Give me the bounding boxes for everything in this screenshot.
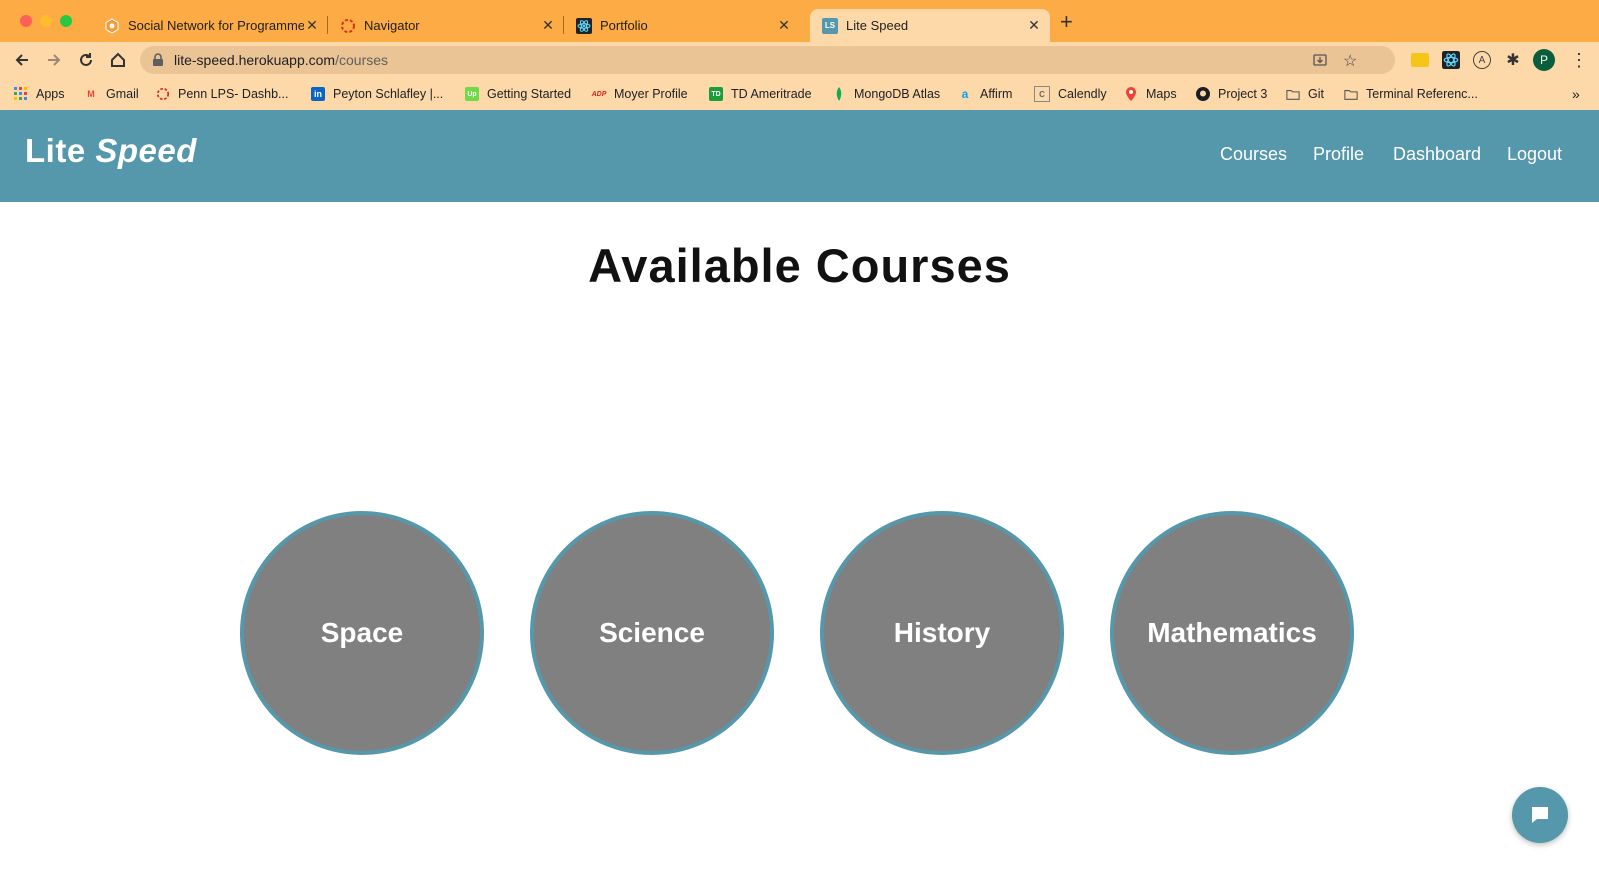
adp-icon: ADP bbox=[591, 90, 607, 98]
browser-tab[interactable]: Social Network for Programmers ✕ bbox=[92, 9, 328, 42]
bookmark-item[interactable]: Terminal Referenc... bbox=[1344, 85, 1478, 103]
page-title: Available Courses bbox=[588, 239, 1011, 292]
reload-button[interactable] bbox=[74, 48, 98, 72]
url-text: lite-speed.herokuapp.com/courses bbox=[174, 52, 389, 68]
close-icon[interactable]: ✕ bbox=[776, 17, 792, 34]
bookmark-item[interactable]: Maps bbox=[1124, 85, 1177, 103]
reload-icon bbox=[80, 53, 92, 66]
bookmark-item[interactable]: Project 3 bbox=[1196, 85, 1267, 103]
back-arrow-icon bbox=[15, 54, 28, 66]
nav-link-logout[interactable]: Logout bbox=[1507, 144, 1562, 165]
bookmark-item[interactable]: M Gmail bbox=[84, 85, 138, 103]
bookmarks-overflow-icon[interactable]: » bbox=[1572, 85, 1580, 103]
close-icon[interactable]: ✕ bbox=[540, 17, 556, 34]
forward-button[interactable] bbox=[42, 48, 66, 72]
bookmark-item[interactable]: MongoDB Atlas bbox=[832, 85, 940, 103]
calendly-icon: C bbox=[1034, 86, 1050, 102]
folder-icon bbox=[1344, 87, 1358, 101]
course-card-space[interactable]: Space bbox=[240, 511, 484, 755]
brand-logo[interactable]: Lite Speed bbox=[25, 132, 197, 170]
affirm-icon: a bbox=[961, 87, 969, 101]
hexagon-icon bbox=[104, 17, 120, 34]
browser-tab-active[interactable]: LS Lite Speed ✕ bbox=[810, 9, 1050, 42]
browser-tab-strip: Social Network for Programmers ✕ Navigat… bbox=[0, 0, 1599, 42]
bookmark-item[interactable]: C Calendly bbox=[1034, 85, 1107, 103]
puzzle-extensions-icon[interactable]: ✱ bbox=[1502, 49, 1524, 71]
bookmark-item[interactable]: Up Getting Started bbox=[465, 85, 571, 103]
install-icon[interactable] bbox=[1312, 52, 1328, 73]
home-button[interactable] bbox=[106, 48, 130, 72]
dashed-circle-icon bbox=[156, 87, 170, 101]
new-tab-button[interactable]: + bbox=[1060, 11, 1073, 33]
zoom-window-button[interactable] bbox=[60, 15, 72, 27]
profile-avatar[interactable]: P bbox=[1533, 49, 1555, 71]
address-bar[interactable]: lite-speed.herokuapp.com/courses ☆ bbox=[140, 46, 1395, 74]
nav-link-dashboard[interactable]: Dashboard bbox=[1393, 144, 1481, 165]
dashed-circle-icon bbox=[340, 18, 356, 34]
chat-bubble-icon bbox=[1532, 807, 1548, 823]
back-button[interactable] bbox=[10, 48, 34, 72]
upwork-icon: Up bbox=[465, 87, 479, 101]
bookmark-item[interactable]: in Peyton Schlafley |... bbox=[311, 85, 443, 103]
browser-toolbar: lite-speed.herokuapp.com/courses ☆ A ✱ P… bbox=[0, 42, 1599, 78]
minimize-window-button[interactable] bbox=[40, 15, 52, 27]
tab-title: Navigator bbox=[364, 18, 420, 33]
tab-title: Lite Speed bbox=[846, 18, 909, 33]
linkedin-icon: in bbox=[311, 87, 325, 101]
extension-a-icon[interactable]: A bbox=[1471, 49, 1493, 71]
maps-pin-icon bbox=[1124, 87, 1138, 101]
course-card-history[interactable]: History bbox=[820, 511, 1064, 755]
bookmark-item[interactable]: Git bbox=[1286, 85, 1324, 103]
react-icon bbox=[576, 17, 592, 34]
bookmark-item[interactable]: Penn LPS- Dashb... bbox=[156, 85, 288, 103]
bookmark-item[interactable]: Apps bbox=[14, 85, 65, 103]
home-icon bbox=[111, 52, 125, 67]
github-icon bbox=[1196, 87, 1210, 101]
extension-icon[interactable] bbox=[1409, 49, 1431, 71]
bookmark-item[interactable]: a Affirm bbox=[958, 85, 1013, 103]
gmail-icon: M bbox=[87, 89, 95, 99]
course-card-science[interactable]: Science bbox=[530, 511, 774, 755]
forward-arrow-icon bbox=[48, 54, 61, 66]
td-icon: TD bbox=[709, 87, 723, 101]
tab-title: Portfolio bbox=[600, 18, 648, 33]
tab-title: Social Network for Programmers bbox=[128, 18, 304, 33]
bookmark-star-icon[interactable]: ☆ bbox=[1343, 51, 1357, 71]
browser-tab[interactable]: Navigator ✕ bbox=[328, 9, 564, 42]
bookmark-item[interactable]: TD TD Ameritrade bbox=[709, 85, 812, 103]
ls-icon: LS bbox=[822, 17, 838, 34]
react-devtools-icon[interactable] bbox=[1440, 49, 1462, 71]
apps-grid-icon bbox=[14, 87, 28, 101]
browser-tab[interactable]: Portfolio ✕ bbox=[564, 9, 800, 42]
mongodb-leaf-icon bbox=[832, 87, 846, 101]
close-icon[interactable]: ✕ bbox=[304, 17, 320, 34]
site-navbar: Lite Speed Courses Profile Dashboard Log… bbox=[0, 110, 1599, 202]
bookmarks-bar: Apps M Gmail Penn LPS- Dashb... in Peyto… bbox=[0, 78, 1599, 110]
nav-link-profile[interactable]: Profile bbox=[1313, 144, 1364, 165]
course-card-mathematics[interactable]: Mathematics bbox=[1110, 511, 1354, 755]
kebab-menu-icon[interactable]: ⋮ bbox=[1568, 49, 1590, 71]
bookmark-item[interactable]: ADP Moyer Profile bbox=[592, 85, 688, 103]
close-window-button[interactable] bbox=[20, 15, 32, 27]
chat-button[interactable] bbox=[1512, 787, 1568, 843]
lock-icon bbox=[152, 53, 164, 72]
nav-link-courses[interactable]: Courses bbox=[1220, 144, 1287, 165]
close-icon[interactable]: ✕ bbox=[1026, 17, 1042, 34]
folder-icon bbox=[1286, 87, 1300, 101]
